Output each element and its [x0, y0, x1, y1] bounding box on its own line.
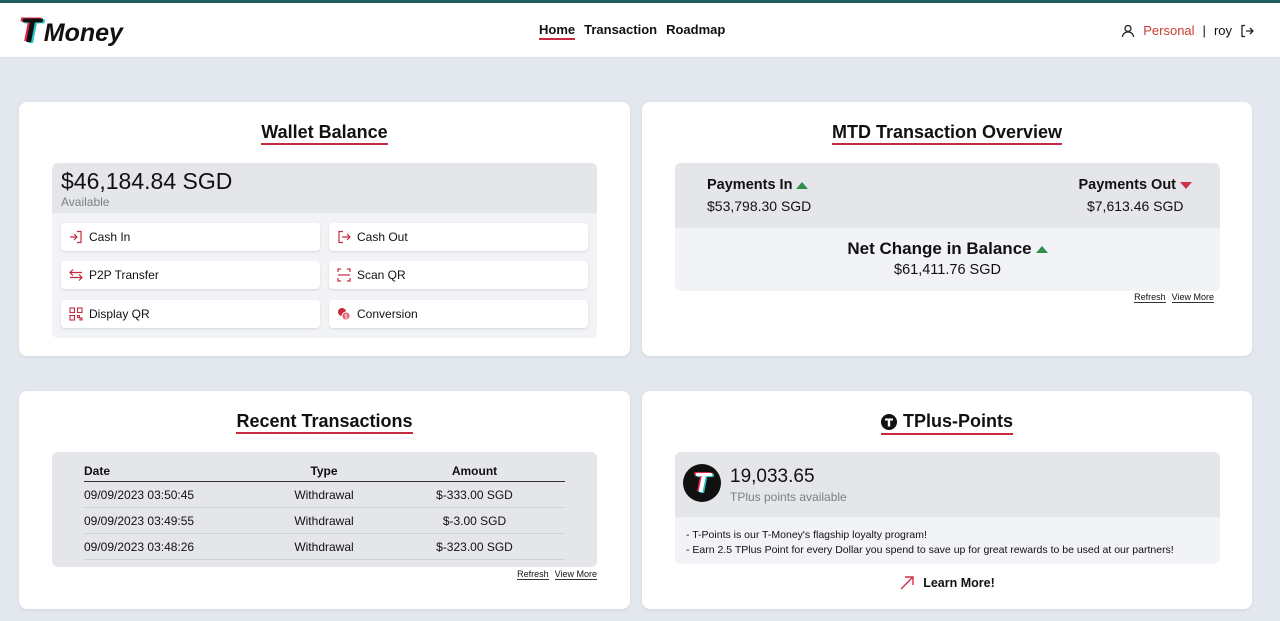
cell-amount: $-3.00 SGD [384, 507, 565, 534]
table-row[interactable]: 09/09/2023 03:49:55 Withdrawal $-3.00 SG… [84, 507, 565, 534]
mtd-overview-card: MTD Transaction Overview Payments In $53… [642, 102, 1252, 356]
cell-amount: $-323.00 SGD [384, 533, 565, 560]
wallet-balance-amount: $46,184.84 SGD [61, 168, 233, 194]
arrow-up-icon [796, 181, 809, 189]
scan-frame-icon [337, 268, 351, 282]
mtd-refresh-link[interactable]: Refresh [1134, 292, 1166, 303]
tplus-points-value: 19,033.65 [730, 466, 815, 487]
wallet-available-label: Available [61, 195, 110, 209]
nav-home[interactable]: Home [539, 22, 576, 40]
navbar: T Money Home Transaction Roadmap Persona… [0, 3, 1280, 58]
wallet-balance-title: Wallet Balance [19, 122, 630, 145]
scan-qr-button[interactable]: Scan QR [329, 261, 588, 289]
cell-date: 09/09/2023 03:48:26 [84, 533, 264, 560]
cell-type: Withdrawal [264, 481, 384, 508]
mtd-overview-title: MTD Transaction Overview [642, 122, 1252, 145]
user-icon [1122, 24, 1135, 37]
p2p-transfer-button[interactable]: P2P Transfer [61, 261, 320, 289]
mtd-overview-panel: Payments In $53,798.30 SGD Payments Out … [675, 163, 1220, 291]
recent-refresh-link[interactable]: Refresh [517, 569, 549, 580]
username: roy [1213, 23, 1232, 38]
net-change-value: $61,411.76 SGD [894, 262, 1001, 278]
cell-amount: $-333.00 SGD [384, 481, 565, 508]
cell-date: 09/09/2023 03:50:45 [84, 481, 264, 508]
logout-icon[interactable] [1240, 24, 1254, 38]
col-date: Date [84, 462, 264, 482]
col-amount: Amount [384, 462, 565, 482]
conversion-button[interactable]: $ Conversion [329, 300, 588, 328]
cell-type: Withdrawal [264, 533, 384, 560]
sign-in-icon [70, 230, 82, 244]
net-change-label: Net Change in Balance [675, 239, 1220, 259]
arrow-down-icon [1180, 181, 1192, 189]
tplus-points-card: TPlus-Points T 19,033.65 TPlus points av… [642, 391, 1252, 609]
transactions-table: Date Type Amount 09/09/2023 03:50:45 Wit… [84, 462, 565, 560]
app-logo[interactable]: T Money [20, 12, 123, 50]
display-qr-button[interactable]: Display QR [61, 300, 320, 328]
tplus-points-panel: T 19,033.65 TPlus points available - T-P… [675, 452, 1220, 564]
logo-word: Money [43, 18, 123, 47]
arrow-up-icon [1035, 245, 1048, 253]
cash-out-button[interactable]: Cash Out [329, 223, 588, 251]
arrow-up-right-icon [900, 576, 914, 590]
transfer-arrows-icon [69, 269, 83, 281]
table-row[interactable]: 09/09/2023 03:48:26 Withdrawal $-323.00 … [84, 533, 565, 560]
col-type: Type [264, 462, 384, 482]
tplus-points-label: TPlus points available [730, 490, 847, 504]
main-nav: Home Transaction Roadmap [539, 22, 725, 40]
sign-out-icon [338, 230, 351, 244]
learn-more-link[interactable]: Learn More! [642, 575, 1252, 591]
recent-transactions-title: Recent Transactions [19, 411, 630, 434]
nav-roadmap[interactable]: Roadmap [666, 22, 725, 40]
cash-in-button[interactable]: Cash In [61, 223, 320, 251]
recent-transactions-panel: Date Type Amount 09/09/2023 03:50:45 Wit… [52, 452, 597, 567]
tplus-description: - T-Points is our T-Money's flagship loy… [686, 529, 1174, 556]
user-separator: | [1202, 23, 1206, 38]
tplus-logo-icon [880, 413, 897, 430]
payments-in-label: Payments In [707, 177, 811, 193]
user-menu: Personal | roy [1121, 23, 1254, 38]
recent-transactions-card: Recent Transactions Date Type Amount 09/… [19, 391, 630, 609]
payments-out-label: Payments Out [1079, 177, 1192, 193]
table-row[interactable]: 09/09/2023 03:50:45 Withdrawal $-333.00 … [84, 481, 565, 508]
cell-type: Withdrawal [264, 507, 384, 534]
payments-out-value: $7,613.46 SGD [1086, 198, 1184, 214]
nav-transaction[interactable]: Transaction [584, 22, 657, 40]
tplus-points-title: TPlus-Points [642, 411, 1252, 435]
cell-date: 09/09/2023 03:49:55 [84, 507, 264, 534]
payments-in-value: $53,798.30 SGD [707, 198, 812, 214]
account-type-link[interactable]: Personal [1143, 23, 1194, 38]
recent-view-more-link[interactable]: View More [554, 569, 597, 580]
tplus-badge: T [683, 464, 721, 502]
mtd-view-more-link[interactable]: View More [1171, 292, 1214, 303]
wallet-balance-card: Wallet Balance $46,184.84 SGD Available … [19, 102, 630, 356]
qr-code-icon [69, 307, 83, 321]
coins-icon: $ [338, 308, 351, 321]
logo-letter: T [20, 12, 41, 50]
wallet-balance-panel: $46,184.84 SGD Available Cash In Cash Ou… [52, 163, 597, 338]
